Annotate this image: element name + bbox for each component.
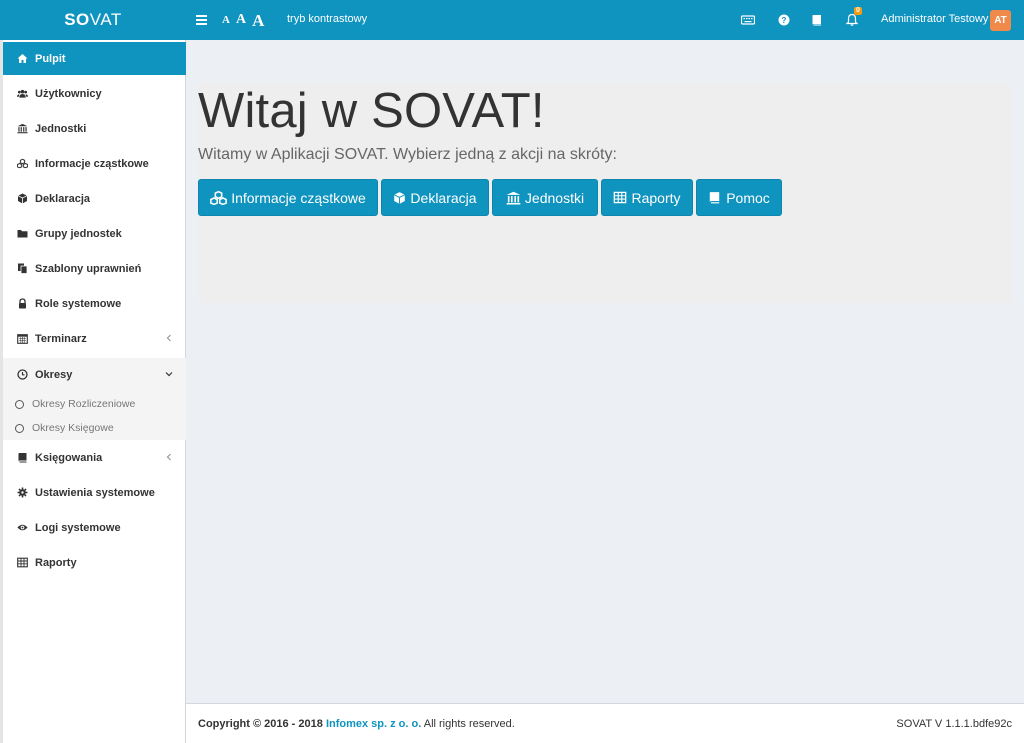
notifications-badge: 0 — [854, 7, 862, 15]
shortcut-informacje-czastkowe-button[interactable]: Informacje cząstkowe — [198, 179, 378, 216]
font-size-large-button[interactable]: A — [252, 12, 264, 29]
welcome-subtitle: Witamy w Aplikacji SOVAT. Wybierz jedną … — [198, 146, 617, 163]
sidebar-item-label: Jednostki — [35, 122, 87, 135]
avatar[interactable]: AT — [990, 10, 1011, 31]
sidebar-subitem-label: Okresy Księgowe — [32, 422, 114, 434]
sidebar-item-ustawienia-systemowe[interactable]: Ustawienia systemowe — [3, 476, 186, 509]
sidebar-item-label: Logi systemowe — [35, 521, 121, 534]
logo-bold: SO — [64, 10, 90, 29]
sidebar-item-pulpit[interactable]: Pulpit — [3, 42, 186, 75]
sidebar-item-role-systemowe[interactable]: Role systemowe — [3, 287, 186, 320]
circle-icon — [15, 399, 24, 409]
bell-icon[interactable] — [845, 13, 859, 27]
help-icon[interactable]: ? — [777, 13, 791, 27]
sidebar-item-label: Informacje cząstkowe — [35, 157, 149, 170]
rights-text: All rights reserved. — [423, 718, 515, 730]
page-title: Witaj w SOVAT! — [198, 84, 545, 138]
keyboard-icon[interactable] — [741, 13, 755, 27]
cubes-icon — [210, 190, 228, 205]
font-size-small-button[interactable]: A — [222, 14, 230, 26]
chevron-left-icon — [165, 453, 173, 461]
sidebar-item-logi-systemowe[interactable]: Logi systemowe — [3, 511, 186, 544]
shortcut-raporty-button[interactable]: Raporty — [601, 179, 693, 216]
book-icon — [708, 191, 722, 205]
company-link[interactable]: Infomex sp. z o. o. — [326, 718, 421, 730]
sidebar-item-label: Deklaracja — [35, 192, 91, 205]
sidebar-item-label: Księgowania — [35, 451, 103, 464]
sidebar-item-deklaracja[interactable]: Deklaracja — [3, 182, 186, 215]
shortcut-deklaracja-button[interactable]: Deklaracja — [381, 179, 489, 216]
sidebar-toggle-icon[interactable] — [196, 11, 210, 29]
chevron-left-icon — [165, 334, 173, 342]
gear-icon — [17, 487, 28, 498]
shortcut-pomoc-button[interactable]: Pomoc — [696, 179, 782, 216]
button-label: Jednostki — [524, 189, 585, 206]
sidebar-item-label: Raporty — [35, 556, 77, 569]
sidebar-item-raporty[interactable]: Raporty — [3, 546, 186, 579]
table-icon — [17, 557, 28, 568]
button-label: Deklaracja — [410, 189, 477, 206]
font-size-controls: A A A — [222, 0, 264, 40]
sidebar-item-jednostki[interactable]: Jednostki — [3, 112, 186, 145]
button-label: Informacje cząstkowe — [231, 189, 366, 206]
sidebar-item-label: Użytkownicy — [35, 87, 102, 100]
sidebar-item-okresy[interactable]: Okresy — [3, 358, 186, 391]
calendar-icon — [17, 333, 28, 344]
sidebar-subitem-label: Okresy Rozliczeniowe — [32, 398, 136, 410]
sidebar: Pulpit Użytkownicy Jednostki Informacje … — [0, 40, 186, 743]
users-icon — [17, 88, 28, 99]
font-size-medium-button[interactable]: A — [236, 13, 246, 27]
sidebar-subitem-okresy-rozliczeniowe[interactable]: Okresy Rozliczeniowe — [3, 393, 186, 415]
cube-icon — [393, 191, 406, 205]
copyright-text: Copyright © 2016 - 2018 — [198, 718, 323, 730]
sidebar-item-grupy-jednostek[interactable]: Grupy jednostek — [3, 217, 186, 250]
sidebar-item-label: Szablony uprawnień — [35, 262, 142, 275]
sidebar-item-label: Role systemowe — [35, 297, 122, 310]
main-content: Witaj w SOVAT! Witamy w Aplikacji SOVAT.… — [186, 40, 1024, 703]
sidebar-item-label: Okresy — [35, 368, 73, 381]
sidebar-item-ksiegowania[interactable]: Księgowania — [3, 441, 186, 474]
app-version: SOVAT V 1.1.1.bdfe92c — [896, 718, 1012, 730]
sidebar-item-label: Grupy jednostek — [35, 227, 122, 240]
lock-icon — [17, 298, 28, 309]
sidebar-item-szablony-uprawnien[interactable]: Szablony uprawnień — [3, 252, 186, 285]
shortcut-jednostki-button[interactable]: Jednostki — [492, 179, 598, 216]
footer-copyright: Copyright © 2016 - 2018 Infomex sp. z o.… — [198, 718, 515, 730]
home-icon — [17, 53, 28, 64]
sidebar-item-label: Pulpit — [35, 52, 66, 65]
button-label: Raporty — [631, 189, 681, 206]
footer: Copyright © 2016 - 2018 Infomex sp. z o.… — [186, 703, 1024, 743]
sidebar-item-informacje-czastkowe[interactable]: Informacje cząstkowe — [3, 147, 186, 180]
cube-icon — [17, 193, 28, 204]
sidebar-subitem-okresy-ksiegowe[interactable]: Okresy Księgowe — [3, 417, 186, 439]
cubes-icon — [17, 158, 28, 169]
welcome-jumbotron: Witaj w SOVAT! Witamy w Aplikacji SOVAT.… — [198, 83, 1012, 303]
table-icon — [613, 191, 627, 205]
logo-light: VAT — [89, 10, 122, 29]
sidebar-item-label: Ustawienia systemowe — [35, 486, 155, 499]
circle-icon — [15, 423, 24, 433]
clock-icon — [17, 369, 28, 380]
folder-icon — [17, 228, 28, 239]
button-label: Pomoc — [726, 189, 770, 206]
chevron-down-icon — [165, 370, 173, 378]
manual-book-icon[interactable] — [810, 13, 824, 27]
copy-icon — [17, 263, 28, 274]
book-icon — [17, 452, 28, 463]
top-navbar: SO VAT A A A tryb kontrastowy ? 0 Adminis… — [0, 0, 1024, 40]
bank-icon — [506, 191, 521, 205]
user-menu-name[interactable]: Administrator Testowy — [881, 13, 988, 25]
bank-icon — [17, 123, 28, 134]
svg-text:?: ? — [782, 16, 787, 25]
sidebar-item-label: Terminarz — [35, 332, 87, 345]
sidebar-item-uzytkownicy[interactable]: Użytkownicy — [3, 77, 186, 110]
app-logo[interactable]: SO VAT — [0, 0, 186, 40]
sidebar-item-terminarz[interactable]: Terminarz — [3, 322, 186, 355]
eye-icon — [17, 522, 28, 533]
contrast-mode-link[interactable]: tryb kontrastowy — [287, 13, 367, 25]
